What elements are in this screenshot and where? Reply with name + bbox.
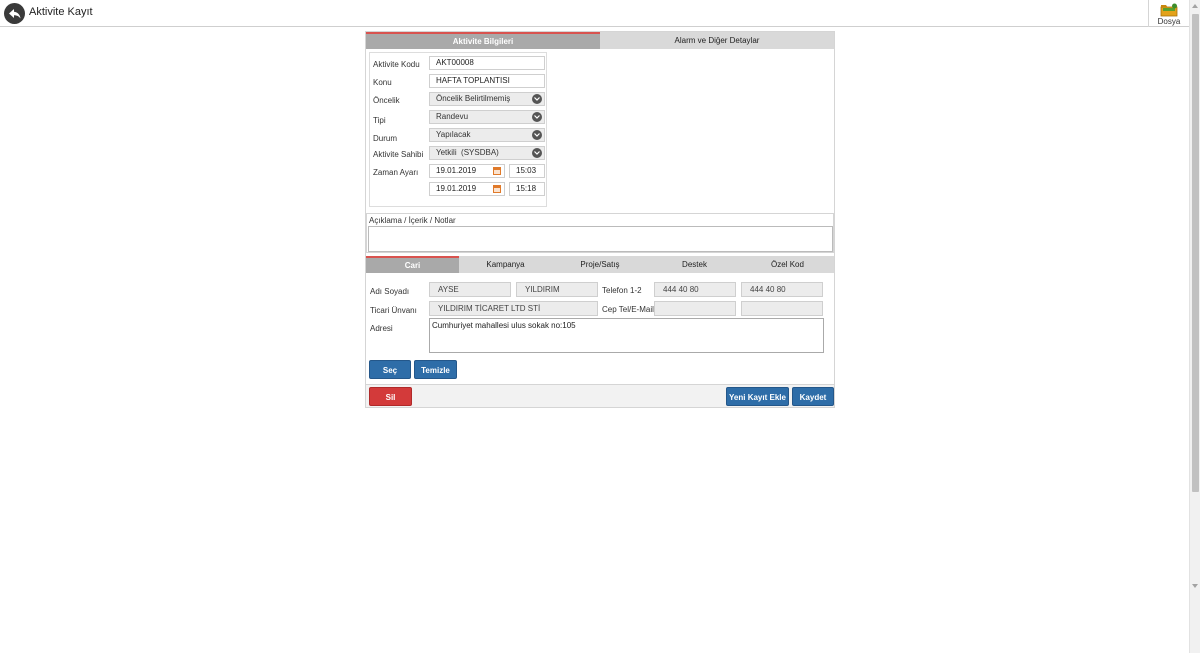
subject-input[interactable]: HAFTA TOPLANTISI xyxy=(429,74,545,88)
owner-label: Aktivite Sahibi xyxy=(373,150,424,159)
page-title: Aktivite Kayıt xyxy=(29,6,93,18)
mobile-label: Cep Tel/E-Mail xyxy=(602,305,654,314)
end-date-input[interactable]: 19.01.2019 xyxy=(429,182,505,196)
tab-alarm-details[interactable]: Alarm ve Diğer Detaylar xyxy=(600,32,834,49)
save-button[interactable]: Kaydet xyxy=(792,387,834,406)
notes-textarea[interactable] xyxy=(368,226,833,252)
start-date-input[interactable]: 19.01.2019 xyxy=(429,164,505,178)
company-field: YILDIRIM TİCARET LTD STİ xyxy=(429,301,598,316)
activity-info-box: Aktivite Kodu AKT00008 Konu HAFTA TOPLAN… xyxy=(369,52,547,207)
priority-select[interactable]: Öncelik Belirtilmemiş xyxy=(429,92,545,106)
activity-form-panel: Aktivite Bilgileri Alarm ve Diğer Detayl… xyxy=(365,31,835,408)
owner-select[interactable]: Yetkili (SYSDBA) xyxy=(429,146,545,160)
type-select[interactable]: Randevu xyxy=(429,110,545,124)
chevron-down-icon xyxy=(532,148,542,158)
address-field[interactable]: Cumhuriyet mahallesi ulus sokak no:105 xyxy=(429,318,824,353)
top-tab-bar: Aktivite Bilgileri Alarm ve Diğer Detayl… xyxy=(366,32,834,49)
address-label: Adresi xyxy=(370,324,393,333)
notes-label: Açıklama / İçerik / Notlar xyxy=(369,216,456,225)
type-value: Randevu xyxy=(436,112,469,121)
vertical-scrollbar[interactable] xyxy=(1189,0,1200,653)
file-menu-label: Dosya xyxy=(1157,17,1181,26)
subject-label: Konu xyxy=(373,78,392,87)
owner-value: Yetkili (SYSDBA) xyxy=(436,148,499,157)
company-label: Ticari Ünvanı xyxy=(370,306,417,315)
tab-kampanya[interactable]: Kampanya xyxy=(459,256,552,273)
tab-activity-info[interactable]: Aktivite Bilgileri xyxy=(366,32,600,49)
scroll-down-arrow-icon[interactable] xyxy=(1192,584,1198,588)
end-time-input[interactable]: 15:18 xyxy=(509,182,545,196)
calendar-icon[interactable] xyxy=(493,185,501,193)
activity-code-input[interactable]: AKT00008 xyxy=(429,56,545,70)
status-value: Yapılacak xyxy=(436,130,471,139)
tab-cari[interactable]: Cari xyxy=(366,256,459,273)
chevron-down-icon xyxy=(532,94,542,104)
file-menu-button[interactable]: Dosya xyxy=(1148,0,1188,27)
new-record-button[interactable]: Yeni Kayıt Ekle xyxy=(726,387,789,406)
chevron-down-icon xyxy=(532,112,542,122)
tab-ozel-kod[interactable]: Özel Kod xyxy=(741,256,834,273)
name-label: Adı Soyadı xyxy=(370,287,410,296)
start-time-input[interactable]: 15:03 xyxy=(509,164,545,178)
priority-value: Öncelik Belirtilmemiş xyxy=(436,94,511,103)
phone1-field: 444 40 80 xyxy=(654,282,736,297)
first-name-field: AYSE xyxy=(429,282,511,297)
form-footer: Sil Yeni Kayıt Ekle Kaydet xyxy=(366,384,834,407)
scrollbar-thumb[interactable] xyxy=(1192,14,1199,492)
back-button[interactable] xyxy=(4,3,25,24)
phone2-field: 444 40 80 xyxy=(741,282,823,297)
back-arrow-icon xyxy=(9,9,21,19)
notes-section: Açıklama / İçerik / Notlar xyxy=(366,213,834,253)
phone-label: Telefon 1-2 xyxy=(602,286,642,295)
delete-button[interactable]: Sil xyxy=(369,387,412,406)
calendar-icon[interactable] xyxy=(493,167,501,175)
clear-button[interactable]: Temizle xyxy=(414,360,457,379)
status-select[interactable]: Yapılacak xyxy=(429,128,545,142)
mobile-field xyxy=(654,301,736,316)
top-bar: Aktivite Kayıt Dosya xyxy=(0,0,1200,27)
folder-icon xyxy=(1160,3,1178,17)
time-label: Zaman Ayarı xyxy=(373,168,419,177)
scroll-up-arrow-icon[interactable] xyxy=(1192,4,1198,8)
email-field xyxy=(741,301,823,316)
chevron-down-icon xyxy=(532,130,542,140)
end-date-value: 19.01.2019 xyxy=(436,184,477,193)
status-label: Durum xyxy=(373,134,398,143)
select-button[interactable]: Seç xyxy=(369,360,411,379)
activity-code-label: Aktivite Kodu xyxy=(373,60,420,69)
priority-label: Öncelik xyxy=(373,96,400,105)
tab-proje-satis[interactable]: Proje/Satış xyxy=(552,256,648,273)
type-label: Tipi xyxy=(373,116,386,125)
last-name-field: YILDIRIM xyxy=(516,282,598,297)
start-date-value: 19.01.2019 xyxy=(436,166,477,175)
sub-tab-bar: Cari Kampanya Proje/Satış Destek Özel Ko… xyxy=(366,256,834,273)
tab-destek[interactable]: Destek xyxy=(648,256,741,273)
